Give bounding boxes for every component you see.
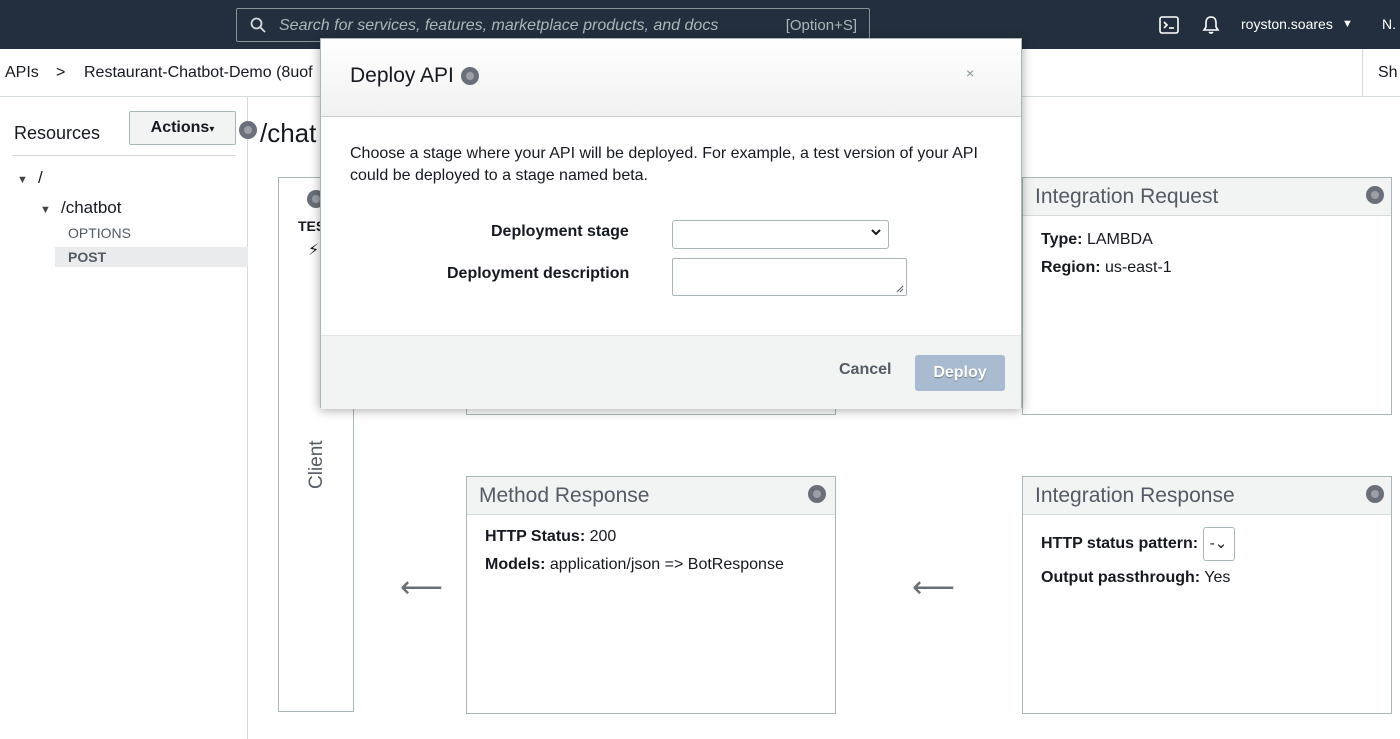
search-bar[interactable]: Search for services, features, marketpla… (236, 8, 870, 42)
arrow-left-icon: ⟵ (400, 571, 444, 604)
modal-header: Deploy API × (321, 39, 1021, 117)
help-icon[interactable] (239, 121, 257, 139)
chevron-down-icon (871, 229, 881, 236)
panel-title[interactable]: Integration Response (1035, 484, 1235, 508)
panel-header: Integration Response (1023, 477, 1391, 515)
breadcrumb-api-name[interactable]: Restaurant-Chatbot-Demo (8uof (84, 64, 313, 82)
resize-grip-icon[interactable] (896, 285, 904, 293)
username[interactable]: royston.soares (1241, 16, 1333, 32)
expand-caret-icon[interactable]: ▼ (40, 204, 51, 216)
close-icon[interactable]: × (966, 65, 974, 81)
cancel-button[interactable]: Cancel (839, 361, 891, 379)
actions-button[interactable]: Actions▾ (129, 111, 236, 145)
page-title: /chat (260, 118, 317, 148)
deploy-api-modal: Deploy API × Choose a stage where your A… (320, 38, 1022, 409)
method-response-panel[interactable]: Method Response HTTP Status: 200 Models:… (466, 476, 836, 714)
expand-caret-icon[interactable]: ▼ (17, 174, 28, 186)
type-label: Type: (1041, 231, 1083, 248)
deployment-description-field[interactable] (672, 258, 907, 296)
status-pattern-value: - (1209, 535, 1215, 552)
panel-title[interactable]: Method Response (479, 484, 649, 508)
tree-item-post[interactable]: POST (55, 247, 248, 267)
tree-item-root[interactable]: / (38, 168, 43, 188)
lightning-icon[interactable]: ⚡ (308, 240, 319, 260)
deployment-stage-select[interactable] (672, 220, 889, 249)
region-menu[interactable]: N. (1382, 16, 1396, 32)
panel-header: Integration Request (1023, 178, 1391, 216)
integration-response-panel[interactable]: Integration Response HTTP status pattern… (1022, 476, 1392, 714)
modal-description: Choose a stage where your API will be de… (350, 145, 978, 184)
divider (12, 155, 236, 156)
user-caret-icon[interactable]: ▼ (1342, 18, 1353, 30)
resources-sidebar: Resources Actions▾ ▼ / ▼ /chatbot OPTION… (0, 97, 257, 739)
help-icon[interactable] (1366, 485, 1384, 503)
tree-item-chatbot[interactable]: /chatbot (61, 198, 122, 218)
deployment-stage-label: Deployment stage (491, 223, 629, 240)
panel-body: HTTP Status: 200 Models: application/jso… (485, 523, 784, 579)
passthrough-label: Output passthrough: (1041, 569, 1201, 587)
cloudshell-icon[interactable] (1158, 14, 1180, 36)
deploy-button[interactable]: Deploy (915, 355, 1005, 391)
client-label: Client (306, 440, 327, 489)
models-label: Models: (485, 556, 546, 573)
region-label: Region: (1041, 259, 1101, 276)
passthrough-value: Yes (1204, 569, 1231, 587)
help-icon[interactable] (808, 485, 826, 503)
caret-down-icon: ▾ (209, 124, 215, 135)
breadcrumb-right-link[interactable]: Sh (1378, 64, 1398, 82)
bell-icon[interactable] (1200, 14, 1222, 36)
breadcrumb-separator: > (56, 64, 66, 81)
tree-item-options[interactable]: OPTIONS (68, 225, 131, 241)
modal-title: Deploy API (350, 64, 454, 87)
arrow-left-icon: ⟵ (912, 571, 956, 604)
status-pattern-label: HTTP status pattern: (1041, 535, 1199, 553)
help-icon[interactable] (1366, 186, 1384, 204)
panel-title[interactable]: Integration Request (1035, 185, 1218, 209)
search-icon (250, 17, 266, 33)
post-label: POST (68, 249, 107, 265)
panel-body: HTTP status pattern: -⌄ Output passthrou… (1041, 527, 1235, 595)
panel-header: Method Response (467, 477, 835, 515)
search-shortcut: [Option+S] (785, 17, 857, 34)
status-pattern-select[interactable]: -⌄ (1202, 527, 1235, 561)
help-icon[interactable] (461, 67, 479, 85)
search-placeholder: Search for services, features, marketpla… (279, 17, 719, 34)
deployment-description-label: Deployment description (447, 265, 630, 282)
actions-label: Actions (150, 119, 210, 136)
region-value: us-east-1 (1105, 259, 1172, 276)
breadcrumb-divider (1362, 49, 1363, 97)
modal-footer: Cancel Deploy (321, 335, 1021, 409)
integration-request-panel[interactable]: Integration Request Type: LAMBDA Region:… (1022, 177, 1392, 415)
http-status-value: 200 (589, 528, 617, 545)
http-status-label: HTTP Status: (485, 528, 586, 545)
type-value: LAMBDA (1086, 231, 1153, 248)
breadcrumb-apis[interactable]: APIs (5, 64, 39, 82)
resources-title: Resources (14, 123, 101, 143)
panel-body: Type: LAMBDA Region: us-east-1 (1041, 226, 1172, 282)
models-value: application/json => BotResponse (549, 556, 784, 573)
